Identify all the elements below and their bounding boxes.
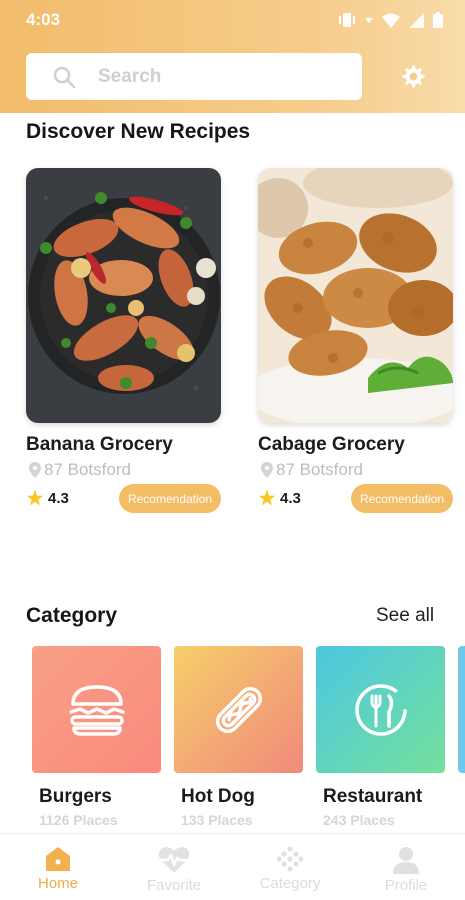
category-title: Category	[26, 604, 118, 627]
battery-icon	[433, 12, 443, 28]
category-name: Hot Dog	[181, 786, 255, 807]
nav-profile[interactable]: Profile	[348, 834, 464, 900]
recipe-location-text: 87 Botsford	[276, 460, 363, 479]
location-pin-icon	[261, 462, 273, 478]
category-item-next-peek[interactable]	[458, 646, 465, 773]
status-bar: 4:03	[0, 0, 465, 40]
nav-favorite-label: Favorite	[146, 877, 202, 894]
restaurant-icon	[354, 683, 407, 736]
status-time: 4:03	[26, 10, 61, 29]
nav-profile-label: Profile	[384, 877, 428, 894]
discover-title: Discover New Recipes	[26, 120, 251, 143]
recipe-rating: 4.3	[258, 489, 301, 507]
gear-icon[interactable]	[400, 63, 427, 90]
recipe-rating: 4.3	[26, 489, 69, 507]
star-icon	[26, 489, 44, 506]
grid-dots-icon	[277, 846, 303, 872]
recommendation-button[interactable]: Recomendation	[119, 484, 221, 513]
category-name: Restaurant	[323, 786, 423, 807]
category-item-restaurant[interactable]: Restaurant 243 Places	[316, 646, 445, 828]
grilled-chicken-wings-photo[interactable]	[26, 168, 221, 423]
recipe-card[interactable]: Banana Grocery 87 Botsford 4.3 Recomenda…	[26, 168, 221, 513]
category-item-hotdog[interactable]: Hot Dog 133 Places	[174, 646, 303, 828]
category-places: 243 Places	[323, 812, 395, 828]
person-icon	[393, 847, 419, 874]
heart-pulse-icon	[158, 847, 190, 873]
app-header: 4:03	[0, 0, 465, 113]
recommendation-button[interactable]: Recomendation	[351, 484, 453, 513]
rating-value: 4.3	[48, 489, 69, 507]
search-input[interactable]	[98, 65, 318, 88]
nav-category-label: Category	[259, 875, 321, 892]
signal-icon	[409, 12, 424, 28]
nav-home[interactable]: Home	[0, 834, 116, 900]
category-tile[interactable]	[32, 646, 161, 773]
location-pin-icon	[29, 462, 41, 478]
rating-value: 4.3	[280, 489, 301, 507]
burger-icon	[68, 684, 125, 736]
category-places: 133 Places	[181, 812, 253, 828]
fried-chicken-photo[interactable]	[258, 168, 453, 423]
recipe-name: Banana Grocery	[26, 434, 173, 455]
wifi-icon	[382, 13, 400, 28]
nav-category[interactable]: Category	[232, 834, 348, 900]
home-icon	[46, 847, 70, 871]
category-item-burgers[interactable]: Burgers 1126 Places	[32, 646, 161, 828]
category-name: Burgers	[39, 786, 112, 807]
category-places: 1126 Places	[39, 812, 118, 828]
recipe-location-text: 87 Botsford	[44, 460, 131, 479]
nav-favorite[interactable]: Favorite	[116, 834, 232, 900]
vibrate-icon	[339, 13, 355, 27]
dropdown-indicator-icon	[365, 18, 373, 23]
star-icon	[258, 489, 276, 506]
hotdog-icon	[215, 686, 262, 733]
see-all-link[interactable]: See all	[376, 605, 434, 627]
category-tile[interactable]	[174, 646, 303, 773]
category-tile[interactable]	[316, 646, 445, 773]
recipe-name: Cabage Grocery	[258, 434, 405, 455]
status-icons	[338, 12, 443, 28]
recipe-card[interactable]: Cabage Grocery 87 Botsford 4.3 Recomenda…	[258, 168, 453, 513]
bottom-navigation: Home Favorite Category Profile	[0, 833, 465, 900]
recipe-location: 87 Botsford	[261, 460, 363, 480]
nav-home-label: Home	[37, 875, 78, 892]
search-bar[interactable]	[26, 53, 362, 100]
search-icon	[53, 66, 76, 88]
recipe-location: 87 Botsford	[29, 460, 131, 480]
